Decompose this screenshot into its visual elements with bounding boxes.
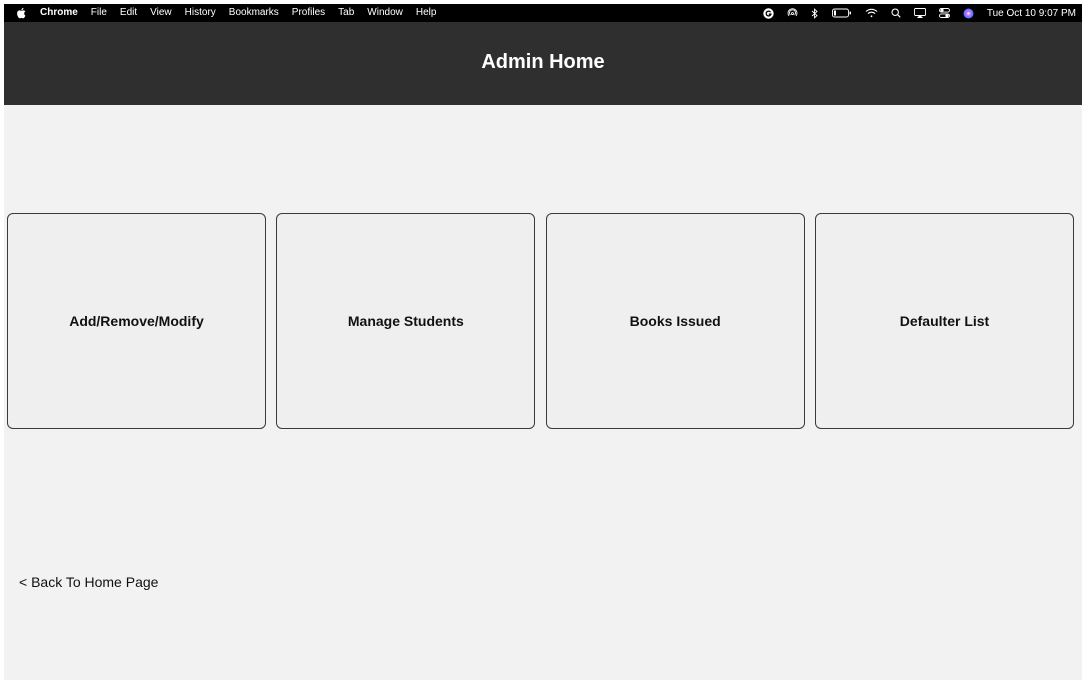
defaulter-list-card[interactable]: Defaulter List (814, 213, 1074, 429)
app-header: Admin Home (4, 22, 1082, 105)
manage-students-card[interactable]: Manage Students (276, 213, 536, 429)
menu-profiles[interactable]: Profiles (292, 4, 325, 22)
siri-icon[interactable] (963, 4, 974, 22)
apple-icon[interactable] (16, 7, 26, 19)
menu-app-name[interactable]: Chrome (40, 4, 78, 22)
card-label: Defaulter List (899, 313, 990, 329)
menu-window[interactable]: Window (367, 4, 403, 22)
menu-file[interactable]: File (91, 4, 107, 22)
bluetooth-icon[interactable] (811, 4, 819, 22)
menu-bar-right: Tue Oct 10 9:07 PM (750, 4, 1076, 22)
airdrop-icon[interactable] (787, 4, 798, 22)
battery-icon[interactable] (831, 4, 852, 22)
menu-bar: Chrome File Edit View History Bookmarks … (4, 4, 1082, 22)
admin-card-grid: Add/Remove/Modify Manage Students Books … (7, 213, 1074, 431)
card-label: Books Issued (629, 313, 721, 329)
menu-tab[interactable]: Tab (338, 4, 354, 22)
grammarly-icon[interactable] (763, 4, 774, 22)
wifi-icon[interactable] (865, 4, 878, 22)
menu-view[interactable]: View (150, 4, 172, 22)
add-remove-modify-card[interactable]: Add/Remove/Modify (7, 213, 266, 429)
control-center-icon[interactable] (938, 4, 950, 22)
menu-edit[interactable]: Edit (120, 4, 137, 22)
menu-bar-left: Chrome File Edit View History Bookmarks … (16, 4, 449, 22)
screen-mirroring-icon[interactable] (913, 4, 926, 22)
menu-bar-clock[interactable]: Tue Oct 10 9:07 PM (987, 8, 1076, 19)
menu-bookmarks[interactable]: Bookmarks (229, 4, 279, 22)
menu-help[interactable]: Help (416, 4, 437, 22)
back-to-home-link[interactable]: < Back To Home Page (19, 574, 158, 590)
books-issued-card[interactable]: Books Issued (545, 213, 805, 429)
menu-history[interactable]: History (185, 4, 216, 22)
main-content: Add/Remove/Modify Manage Students Books … (4, 105, 1082, 680)
page-title: Admin Home (481, 51, 605, 73)
spotlight-search-icon[interactable] (891, 4, 901, 22)
screen: Chrome File Edit View History Bookmarks … (0, 0, 1086, 680)
card-label: Manage Students (347, 313, 464, 329)
card-label: Add/Remove/Modify (69, 313, 204, 329)
